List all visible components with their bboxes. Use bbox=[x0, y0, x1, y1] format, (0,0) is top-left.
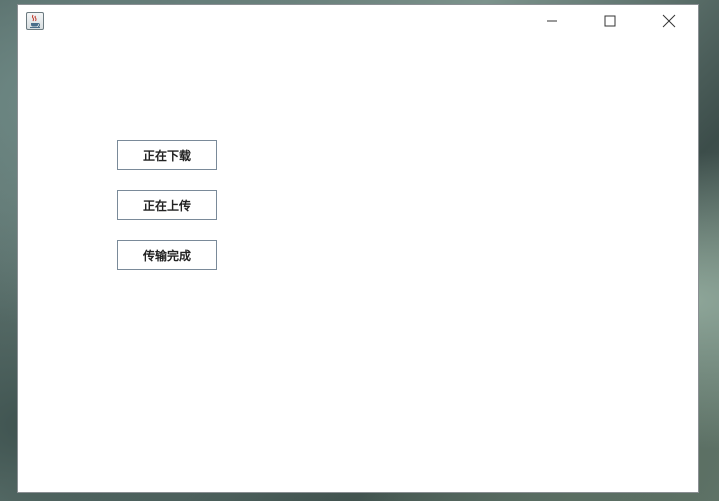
minimize-button[interactable] bbox=[529, 5, 575, 37]
java-coffee-cup-icon[interactable] bbox=[26, 12, 44, 30]
title-bar[interactable] bbox=[18, 5, 698, 37]
minimize-icon bbox=[547, 20, 557, 22]
content-panel: 正在下载 正在上传 传输完成 bbox=[18, 37, 698, 492]
transfer-complete-button[interactable]: 传输完成 bbox=[117, 240, 217, 270]
app-window: 正在下载 正在上传 传输完成 bbox=[17, 4, 699, 493]
maximize-button[interactable] bbox=[587, 5, 633, 37]
downloading-button[interactable]: 正在下载 bbox=[117, 140, 217, 170]
uploading-button[interactable]: 正在上传 bbox=[117, 190, 217, 220]
maximize-icon bbox=[604, 15, 616, 27]
close-icon bbox=[662, 14, 676, 28]
close-button[interactable] bbox=[646, 5, 692, 37]
